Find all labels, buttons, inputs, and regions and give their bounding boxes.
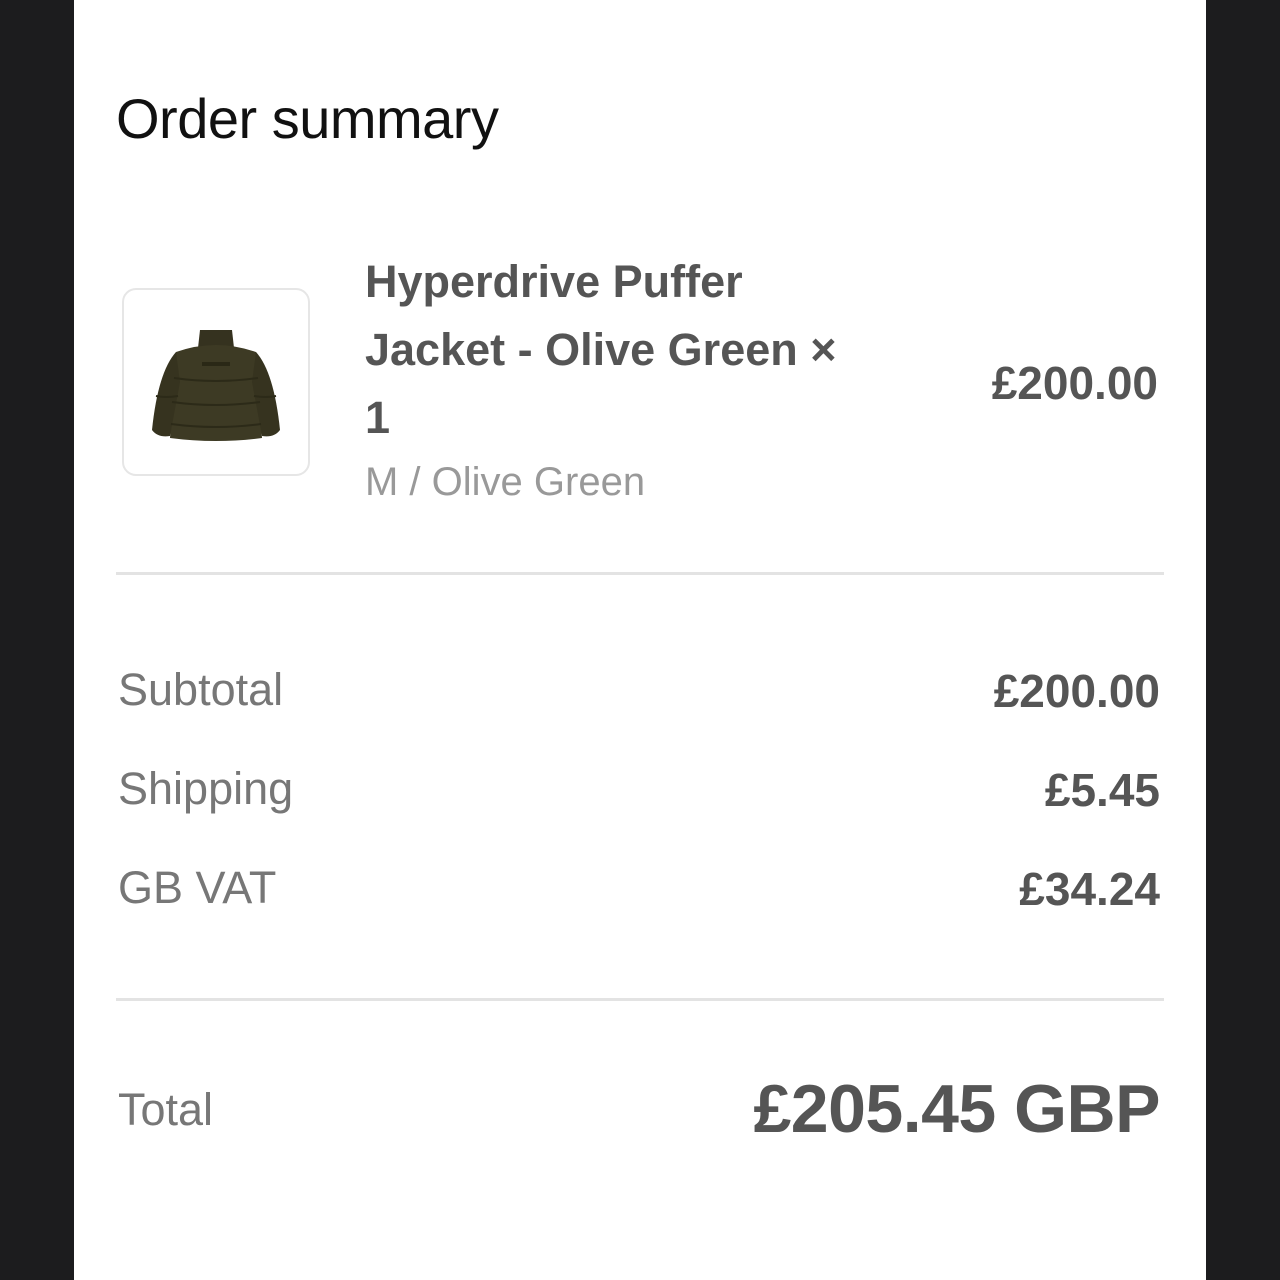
order-summary-panel: Order summary Hyperdrive Puffer Jacket -… bbox=[74, 0, 1206, 1280]
total-value: £205.45 GBP bbox=[753, 1071, 1160, 1147]
product-price: £200.00 bbox=[991, 357, 1158, 409]
page-title: Order summary bbox=[116, 87, 499, 150]
total-label: Total bbox=[118, 1084, 214, 1135]
product-variant: M / Olive Green bbox=[365, 460, 646, 504]
shipping-label: Shipping bbox=[118, 763, 294, 814]
product-thumbnail[interactable] bbox=[122, 288, 310, 476]
subtotal-value: £200.00 bbox=[993, 665, 1160, 717]
divider bbox=[116, 572, 1164, 575]
puffer-jacket-icon bbox=[152, 330, 280, 441]
shipping-value: £5.45 bbox=[1044, 764, 1160, 816]
vat-label: GB VAT bbox=[118, 862, 277, 913]
subtotal-label: Subtotal bbox=[118, 664, 284, 715]
product-name[interactable]: Hyperdrive Puffer Jacket - Olive Green ×… bbox=[365, 248, 845, 452]
vat-value: £34.24 bbox=[1019, 863, 1160, 915]
divider bbox=[116, 998, 1164, 1001]
